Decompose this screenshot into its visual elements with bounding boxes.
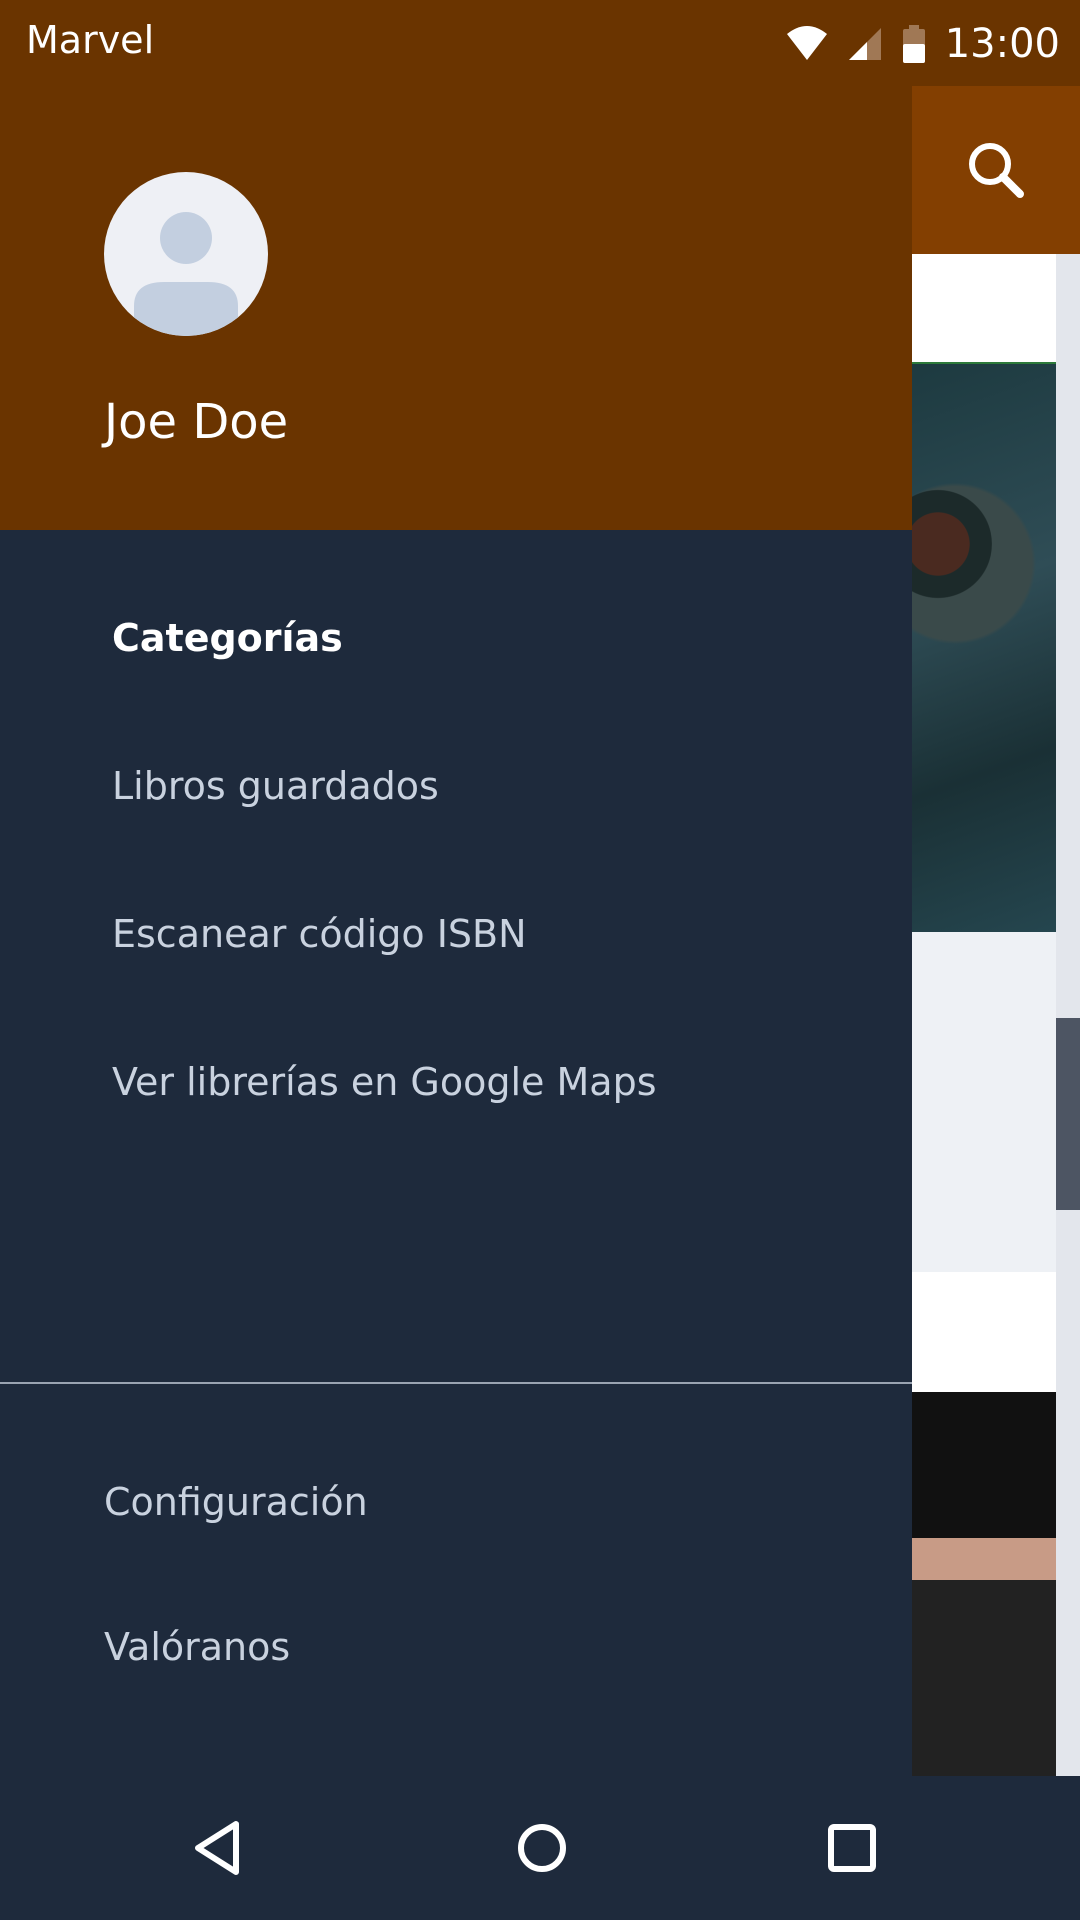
search-button[interactable] [952, 126, 1042, 216]
book-card-footer[interactable] [912, 932, 1056, 1272]
search-icon [969, 143, 1024, 198]
user-name: Joe Doe [104, 394, 289, 450]
avatar[interactable] [104, 172, 268, 336]
system-nav-bar [0, 1776, 1080, 1920]
book-card-image[interactable] [912, 1392, 1056, 1776]
battery-icon [902, 25, 925, 63]
wifi-icon [786, 26, 827, 60]
home-icon [518, 1824, 566, 1872]
menu-item-configuracion[interactable]: Configuración [104, 1480, 368, 1524]
drawer-header: Joe Doe [0, 86, 912, 530]
menu-item-valoranos[interactable]: Valóranos [104, 1625, 290, 1669]
status-icons: 13:00 [785, 14, 1060, 74]
home-button[interactable] [492, 1798, 592, 1898]
back-button[interactable] [168, 1798, 268, 1898]
scrollbar-track[interactable] [1056, 254, 1080, 1776]
book-card-image[interactable] [872, 362, 1056, 934]
account-placeholder-icon [134, 212, 238, 336]
status-app-label: Marvel [26, 18, 155, 62]
menu-item-ver-librerias[interactable]: Ver librerías en Google Maps [112, 1060, 657, 1104]
menu-item-categorias[interactable]: Categorías [112, 616, 343, 660]
recents-button[interactable] [802, 1798, 902, 1898]
status-bar: Marvel 13:00 [0, 0, 1080, 86]
status-time: 13:00 [944, 21, 1060, 67]
recents-icon [828, 1824, 876, 1872]
back-icon [195, 1821, 239, 1875]
scrollbar-thumb[interactable] [1056, 1018, 1080, 1210]
drawer-divider [0, 1382, 912, 1384]
menu-item-escanear-isbn[interactable]: Escanear código ISBN [112, 912, 527, 956]
menu-item-libros-guardados[interactable]: Libros guardados [112, 764, 439, 808]
navigation-drawer: Joe Doe Categorías Libros guardados Esca… [0, 0, 912, 1776]
cell-signal-icon [848, 28, 881, 60]
